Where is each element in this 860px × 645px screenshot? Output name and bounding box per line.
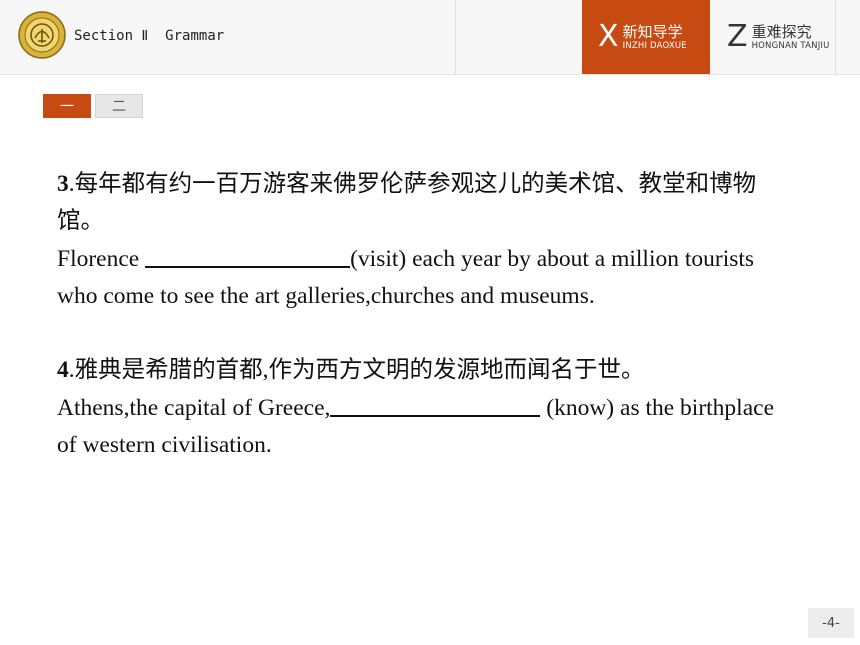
page-number: -4- — [808, 608, 854, 638]
tab-letter: Z — [727, 19, 748, 54]
tab-letter: X — [598, 19, 619, 54]
page-tab-2[interactable]: 二 — [95, 94, 143, 118]
answer-blank[interactable] — [330, 391, 541, 417]
tab-label: 重难探究 — [751, 22, 812, 41]
header-bar: Section Ⅱ Grammar X 新知导学 INZHI DAOXUE Z … — [0, 0, 860, 75]
page-tab-1[interactable]: 一 — [43, 94, 91, 118]
tab-zhongnan-tanjiu[interactable]: Z 重难探究 HONGNAN TANJIU — [711, 0, 835, 74]
tab-pinyin: HONGNAN TANJIU — [751, 40, 830, 51]
tab-label: 新知导学 — [622, 22, 683, 41]
answer-blank[interactable] — [145, 242, 351, 268]
question-chinese: .雅典是希腊的首都,作为西方文明的发源地而闻名于世。 — [68, 357, 645, 383]
header-divider — [835, 0, 836, 74]
question-number: 4 — [57, 357, 69, 383]
question-number: 3 — [57, 171, 69, 197]
school-emblem-icon — [18, 11, 66, 59]
header-divider — [455, 0, 456, 74]
question-english-start: Athens,the capital of Greece, — [57, 395, 331, 421]
question-chinese: .每年都有约一百万游客来佛罗伦萨参观这儿的美术馆、教堂和博物馆。 — [57, 171, 757, 234]
question-english-start: Florence — [57, 246, 146, 272]
question-4: 4.雅典是希腊的首都,作为西方文明的发源地而闻名于世。 Athens,the c… — [57, 352, 797, 464]
tab-xinzhi-daoxue[interactable]: X 新知导学 INZHI DAOXUE — [582, 0, 710, 74]
section-title: Section Ⅱ Grammar — [74, 28, 225, 44]
exercise-content: 3.每年都有约一百万游客来佛罗伦萨参观这儿的美术馆、教堂和博物馆。 Floren… — [57, 166, 797, 464]
tab-pinyin: INZHI DAOXUE — [622, 40, 687, 51]
question-3: 3.每年都有约一百万游客来佛罗伦萨参观这儿的美术馆、教堂和博物馆。 Floren… — [57, 166, 797, 315]
